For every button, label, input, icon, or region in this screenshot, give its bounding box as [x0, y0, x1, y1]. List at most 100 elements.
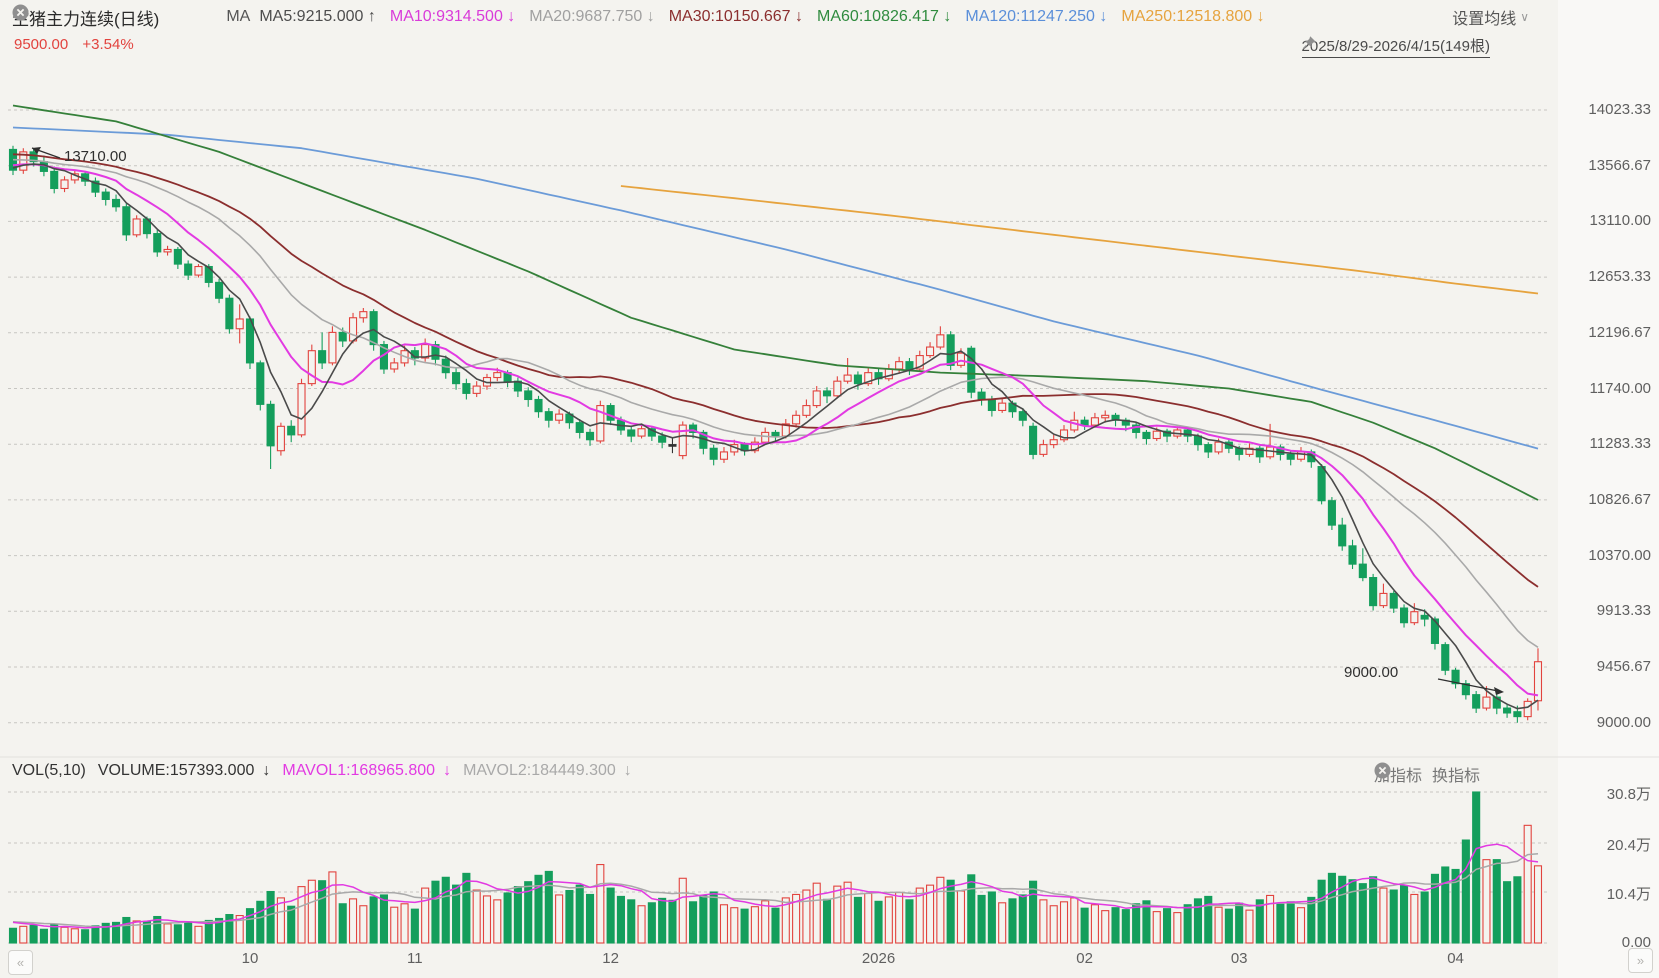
pan-left-button[interactable]: «: [8, 950, 33, 975]
candle-body: [669, 445, 676, 447]
candle-body: [1483, 697, 1490, 708]
candle-body: [1359, 564, 1366, 577]
ma-legend-item: MA30:10150.667 ↓: [669, 8, 803, 26]
candle-body: [1287, 454, 1294, 459]
volume-bar: [772, 908, 779, 943]
candle-body: [968, 348, 975, 392]
candle-body: [1504, 708, 1511, 713]
volume-bar: [1524, 825, 1531, 943]
ma-line: [13, 154, 1538, 587]
ma-line: [13, 128, 1538, 449]
volume-bar: [617, 896, 624, 943]
volume-bar: [1349, 880, 1356, 943]
ma-legend-item: MA5:9215.000 ↑: [259, 8, 376, 26]
volume-bar: [308, 880, 315, 943]
settings-icon[interactable]: [168, 7, 188, 27]
volume-bar: [463, 873, 470, 943]
volume-bar: [690, 902, 697, 943]
volume-bar: [350, 899, 357, 943]
candle-body: [288, 426, 295, 435]
close-icon[interactable]: [197, 7, 217, 27]
volume-close-icon[interactable]: [1520, 764, 1540, 784]
volume-bar: [504, 893, 511, 943]
candle-body: [51, 171, 58, 188]
candle-body: [854, 375, 861, 384]
volume-bar: [659, 898, 666, 943]
volume-bar: [1164, 909, 1171, 943]
candle-body: [679, 425, 686, 455]
volume-bar: [957, 891, 964, 943]
candle-body: [988, 399, 995, 410]
candle-body: [236, 319, 243, 329]
candle-body: [576, 423, 583, 433]
volume-bar: [896, 893, 903, 943]
volume-bar: [1504, 882, 1511, 943]
ma-line: [13, 164, 1538, 695]
volume-bar: [195, 926, 202, 943]
candle-body: [947, 335, 954, 365]
indicator-buttons: 加指标 换指标: [1374, 762, 1540, 786]
volume-bar: [288, 906, 295, 943]
volume-bar: [1411, 894, 1418, 943]
volume-bar: [1246, 910, 1253, 943]
candle-body: [906, 362, 913, 369]
volume-bar: [1215, 907, 1222, 943]
ma-settings-button[interactable]: 设置均线 ∨: [1452, 5, 1529, 29]
time-axis-label: 2026: [862, 950, 895, 967]
volume-bar: [401, 904, 408, 943]
volume-bar: [978, 895, 985, 943]
candle-body: [957, 353, 964, 365]
candle-body: [1091, 418, 1098, 425]
volume-bar: [1277, 904, 1284, 943]
volume-bar: [1380, 888, 1387, 943]
volume-bar: [174, 925, 181, 943]
vol-indicator-label: VOL(5,10): [12, 762, 86, 780]
volume-bar: [824, 899, 831, 943]
candle-body: [216, 282, 223, 298]
ma-line: [13, 160, 1538, 648]
volume-bar: [432, 881, 439, 943]
volume-bar: [30, 925, 37, 943]
volume-bar: [473, 890, 480, 943]
candle-body: [308, 351, 315, 384]
volume-value: VOLUME:157393.000: [98, 762, 255, 780]
ma-settings-label: 设置均线: [1452, 5, 1516, 29]
candle-body: [1390, 593, 1397, 608]
chart-header: 生猪主力连续(日线) MA MA5:9215.000 ↑MA10:9314.50…: [12, 4, 1529, 30]
candle-body: [185, 264, 192, 275]
price-axis-label: 11740.00: [1561, 380, 1651, 397]
volume-bar: [1040, 900, 1047, 943]
volume-bar: [1009, 899, 1016, 943]
ma-legend-item: MA250:12518.800 ↓: [1121, 8, 1264, 26]
price-axis-label: 14023.33: [1561, 101, 1651, 118]
mavol1-value: MAVOL1:168965.800: [282, 762, 435, 780]
low-price-annotation: 9000.00: [1344, 664, 1398, 681]
volume-bar: [1236, 903, 1243, 943]
price-axis-label: 11283.33: [1561, 435, 1651, 452]
candle-body: [1401, 608, 1408, 623]
pan-right-button[interactable]: »: [1628, 948, 1653, 973]
candle-body: [587, 432, 594, 439]
price-axis-label: 9913.33: [1561, 602, 1651, 619]
volume-bar: [988, 892, 995, 943]
volume-bar: [813, 883, 820, 943]
candle-body: [473, 386, 480, 393]
candle-body: [164, 249, 171, 251]
candle-body: [844, 375, 851, 381]
volume-settings-icon[interactable]: [1490, 764, 1510, 784]
last-price: 9500.00: [14, 36, 68, 53]
volume-axis-label: 20.4万: [1561, 834, 1651, 855]
instrument-title: 生猪主力连续(日线): [12, 5, 159, 30]
candle-body: [298, 384, 305, 435]
volume-bar: [1462, 840, 1469, 943]
candle-body: [1215, 442, 1222, 452]
switch-indicator-button[interactable]: 换指标: [1432, 762, 1480, 786]
volume-bar: [1184, 905, 1191, 943]
volume-bar: [370, 897, 377, 943]
candle-body: [226, 298, 233, 328]
price-axis-label: 13110.00: [1561, 212, 1651, 229]
pin-icon[interactable]: [1495, 39, 1511, 55]
candle-body: [1019, 412, 1026, 421]
visible-date-range[interactable]: 2025/8/29-2026/4/15(149根): [1302, 35, 1490, 58]
candlestick-chart[interactable]: [0, 0, 1659, 978]
